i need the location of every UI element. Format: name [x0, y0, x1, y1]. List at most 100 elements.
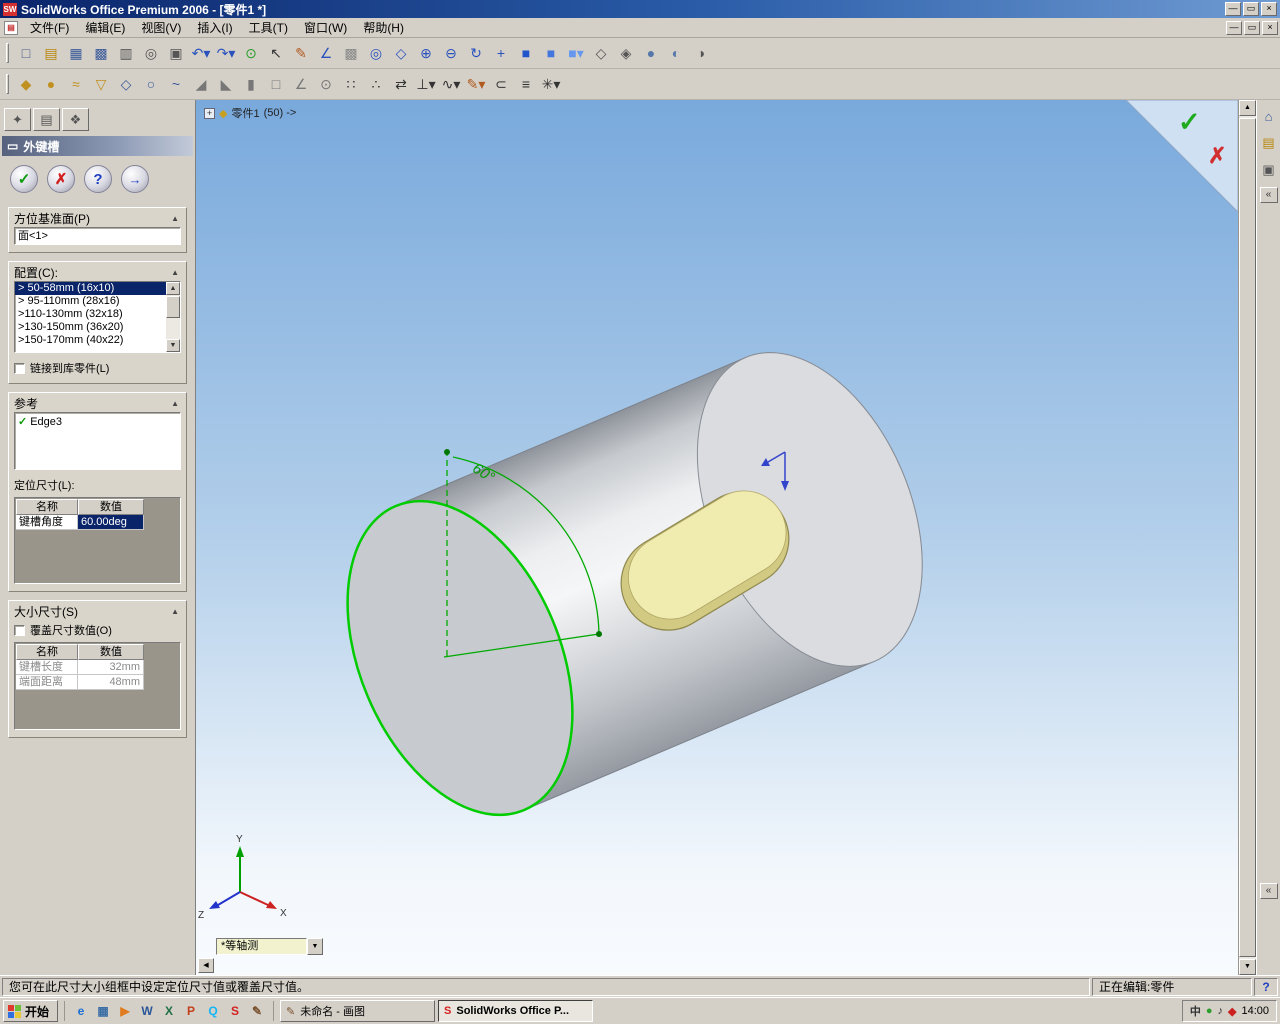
config-option[interactable]: >130-150mm (36x20) — [15, 321, 166, 334]
tab-dimxpert[interactable]: ❖ — [62, 108, 89, 131]
orientation-plane-field[interactable]: 面<1> — [14, 227, 181, 245]
dimension-name-cell[interactable]: 端面距离 — [16, 675, 78, 690]
collapse-taskpane-chevron[interactable]: « — [1259, 883, 1278, 899]
chamfer-icon[interactable]: ◣ — [214, 72, 238, 96]
dimension-value-cell[interactable]: 48mm — [78, 675, 144, 690]
config-option[interactable]: >150-170mm (40x22) — [15, 334, 166, 347]
minimize-button[interactable]: — — [1225, 2, 1241, 16]
solidworks-resources-icon[interactable]: ⌂ — [1259, 106, 1279, 126]
select-arrow-icon[interactable]: ↖ — [264, 41, 288, 65]
taskbar-task-paint[interactable]: ✎ 未命名 - 画图 — [280, 1000, 436, 1022]
save-icon[interactable]: ▦ — [64, 41, 88, 65]
pin-button[interactable]: → — [121, 165, 149, 193]
revolved-cut-icon[interactable]: ○ — [139, 72, 163, 96]
rib-icon[interactable]: ▮ — [239, 72, 263, 96]
help-button[interactable]: ? — [84, 165, 112, 193]
language-indicator-icon[interactable]: 中 — [1190, 1003, 1201, 1019]
extruded-cut-icon[interactable]: ◇ — [114, 72, 138, 96]
powerpoint-icon[interactable]: P — [181, 1001, 201, 1021]
zoom-in-icon[interactable]: ⊕ — [414, 41, 438, 65]
standard-view-more-icon[interactable]: ■▾ — [564, 41, 588, 65]
volume-icon[interactable]: ♪ — [1218, 1005, 1224, 1017]
sketch-entities-icon[interactable]: ✎▾ — [464, 72, 488, 96]
dimension-name-cell[interactable]: 键槽长度 — [16, 660, 78, 675]
scroll-up-icon[interactable]: ▲ — [166, 282, 180, 295]
scroll-left-icon[interactable]: ◀ — [198, 958, 214, 973]
close-button[interactable]: × — [1261, 2, 1277, 16]
viewport-canvas[interactable]: ✓ ✗ 60° Y X Z — [196, 100, 1238, 975]
mirror-icon[interactable]: ⇄ — [389, 72, 413, 96]
convert-entities-icon[interactable]: ⊂ — [489, 72, 513, 96]
table-header-value[interactable]: 数值 — [78, 499, 144, 515]
menu-item[interactable]: 帮助(H) — [355, 18, 412, 38]
document-icon[interactable]: ▤ — [4, 20, 18, 35]
sketch-relations-icon[interactable]: ✳▾ — [539, 72, 563, 96]
dropdown-arrow-icon[interactable]: ▼ — [307, 938, 323, 955]
toolbar-grip[interactable] — [6, 43, 9, 63]
reference-geometry-icon[interactable]: ⊥▾ — [414, 72, 438, 96]
menu-item[interactable]: 窗口(W) — [296, 18, 355, 38]
collapse-arrow-icon[interactable]: ▲ — [169, 268, 181, 277]
dimension-value-cell[interactable]: 32mm — [78, 660, 144, 675]
menu-item[interactable]: 编辑(E) — [77, 18, 133, 38]
scroll-up-icon[interactable]: ▲ — [1239, 100, 1256, 116]
scroll-down-icon[interactable]: ▼ — [1239, 959, 1256, 975]
table-header-name[interactable]: 名称 — [16, 499, 78, 515]
ok-button[interactable]: ✓ — [10, 165, 38, 193]
restore-button[interactable]: ▭ — [1243, 2, 1259, 16]
dimension-name-cell[interactable]: 键槽角度 — [16, 515, 78, 530]
collapse-taskpane-chevron[interactable]: « — [1259, 187, 1278, 203]
menu-item[interactable]: 工具(T) — [241, 18, 296, 38]
config-option[interactable]: > 50-58mm (16x10) — [15, 282, 166, 295]
listbox-scrollbar[interactable]: ▲ ▼ — [166, 282, 180, 352]
child-minimize-button[interactable]: — — [1226, 20, 1242, 35]
file-explorer-icon[interactable]: ▣ — [1259, 160, 1279, 180]
view-orientation-selector[interactable]: *等轴测 ▼ — [216, 938, 323, 955]
scrollbar-thumb[interactable] — [166, 296, 180, 318]
show-desktop-icon[interactable]: ▦ — [93, 1001, 113, 1021]
viewport-vertical-scrollbar[interactable]: ▲ ▼ — [1238, 100, 1256, 975]
zoom-out-icon[interactable]: ⊖ — [439, 41, 463, 65]
table-header-name[interactable]: 名称 — [16, 644, 78, 660]
menu-item[interactable]: 视图(V) — [133, 18, 189, 38]
reference-selection-box[interactable]: ✓ Edge3 — [14, 412, 181, 470]
media-player-icon[interactable]: ▶ — [115, 1001, 135, 1021]
excel-icon[interactable]: X — [159, 1001, 179, 1021]
zoom-to-fit-icon[interactable]: ◎ — [364, 41, 388, 65]
wireframe-icon[interactable]: ◇ — [589, 41, 613, 65]
config-option[interactable]: >110-130mm (32x18) — [15, 308, 166, 321]
shaded-edges-icon[interactable]: ◐ — [664, 41, 688, 65]
link-library-checkbox[interactable] — [14, 362, 25, 374]
tab-configuration[interactable]: ▤ — [33, 108, 60, 131]
collapse-arrow-icon[interactable]: ▲ — [169, 214, 181, 223]
collapse-arrow-icon[interactable]: ▲ — [169, 607, 181, 616]
rebuild-icon[interactable]: ⊙ — [239, 41, 263, 65]
scroll-down-icon[interactable]: ▼ — [166, 339, 180, 352]
menu-item[interactable]: 文件(F) — [22, 18, 77, 38]
toolbar-grip[interactable] — [6, 74, 9, 94]
sketch-point[interactable] — [596, 631, 602, 637]
view-orientation-value[interactable]: *等轴测 — [216, 938, 307, 955]
new-document-icon[interactable]: □ — [14, 41, 38, 65]
internet-explorer-icon[interactable]: e — [71, 1001, 91, 1021]
open-icon[interactable]: ▤ — [39, 41, 63, 65]
collapse-arrow-icon[interactable]: ▲ — [169, 399, 181, 408]
menu-item[interactable]: 插入(I) — [189, 18, 240, 38]
child-restore-button[interactable]: ▭ — [1244, 20, 1260, 35]
part-name[interactable]: 零件1 — [231, 105, 259, 121]
confirm-ok-icon[interactable]: ✓ — [1178, 107, 1201, 137]
solidworks-tray-icon[interactable]: ◆ — [1228, 1005, 1236, 1018]
save-all-icon[interactable]: ▩ — [89, 41, 113, 65]
override-values-checkbox[interactable] — [14, 624, 25, 636]
config-option[interactable]: > 95-110mm (28x16) — [15, 295, 166, 308]
tab-property-manager[interactable]: ✦ — [4, 108, 31, 131]
child-close-button[interactable]: × — [1262, 20, 1278, 35]
smart-dimension-icon[interactable]: ∠ — [314, 41, 338, 65]
word-icon[interactable]: W — [137, 1001, 157, 1021]
shell-icon[interactable]: □ — [264, 72, 288, 96]
taskbar-task-solidworks[interactable]: S SolidWorks Office P... — [438, 1000, 594, 1022]
design-library-icon[interactable]: ▤ — [1259, 133, 1279, 153]
sketch-point[interactable] — [444, 449, 450, 455]
qq-icon[interactable]: Q — [203, 1001, 223, 1021]
standard-view-iso-icon[interactable]: ■ — [539, 41, 563, 65]
